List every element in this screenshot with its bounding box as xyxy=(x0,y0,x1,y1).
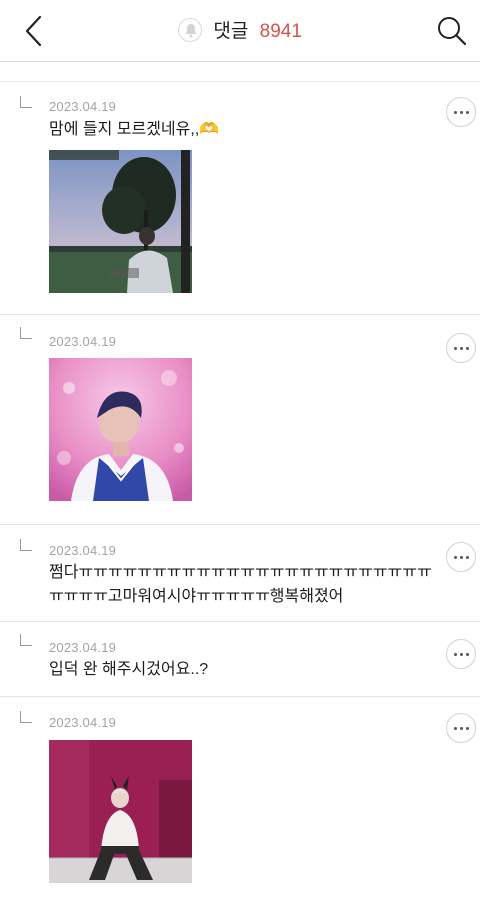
comment-item: 2023.04.19 쩜다ㅠㅠㅠㅠㅠㅠㅠㅠㅠㅠㅠㅠㅠㅠㅠㅠㅠㅠㅠㅠㅠㅠㅠㅠㅠㅠㅠ… xyxy=(0,525,480,622)
list-top-divider xyxy=(0,62,480,82)
comment-item: 2023.04.19 xyxy=(0,315,480,525)
search-button[interactable] xyxy=(436,15,468,47)
comment-date: 2023.04.19 xyxy=(49,715,117,730)
more-options-button[interactable] xyxy=(446,333,476,363)
more-options-button[interactable] xyxy=(446,542,476,572)
comment-date: 2023.04.19 xyxy=(49,334,117,349)
comment-date: 2023.04.19 xyxy=(49,543,117,558)
comment-count: 8941 xyxy=(259,21,302,42)
comment-image[interactable] xyxy=(49,740,192,883)
comment-item: 2023.04.19 맘에 들지 모르겠네유,,🫶 xyxy=(0,82,480,315)
comment-text: 입덕 완 해주시겄어요..? xyxy=(49,661,209,678)
reply-indicator-icon xyxy=(20,711,32,723)
more-options-button[interactable] xyxy=(446,639,476,669)
comment-text: 쩜다ㅠㅠㅠㅠㅠㅠㅠㅠㅠㅠㅠㅠㅠㅠㅠㅠㅠㅠㅠㅠㅠㅠㅠㅠㅠㅠㅠㅠ고마워여시야ㅠㅠㅠㅠ… xyxy=(49,564,432,605)
photo-evening-field xyxy=(49,150,192,293)
bell-icon[interactable] xyxy=(178,18,203,42)
reply-indicator-icon xyxy=(20,634,32,646)
reply-indicator-icon xyxy=(20,96,32,108)
photo-pink-stage xyxy=(49,358,192,501)
more-options-button[interactable] xyxy=(446,713,476,743)
comment-item: 2023.04.19 xyxy=(0,697,480,904)
reply-indicator-icon xyxy=(20,327,32,339)
header-title: 댓글 8941 xyxy=(0,18,480,46)
comment-date: 2023.04.19 xyxy=(49,99,117,114)
comment-date: 2023.04.19 xyxy=(49,640,117,655)
photo-magenta-wall xyxy=(49,740,192,883)
reply-indicator-icon xyxy=(20,539,32,551)
page-title: 댓글 xyxy=(213,21,249,42)
search-icon xyxy=(438,17,467,46)
top-bar: 댓글 8941 xyxy=(0,0,480,62)
comment-image[interactable] xyxy=(49,358,192,501)
comment-text: 맘에 들지 모르겠네유,,🫶 xyxy=(49,121,220,138)
comment-image[interactable] xyxy=(49,150,192,293)
comment-item: 2023.04.19 입덕 완 해주시겄어요..? xyxy=(0,622,480,697)
more-options-button[interactable] xyxy=(446,97,476,127)
